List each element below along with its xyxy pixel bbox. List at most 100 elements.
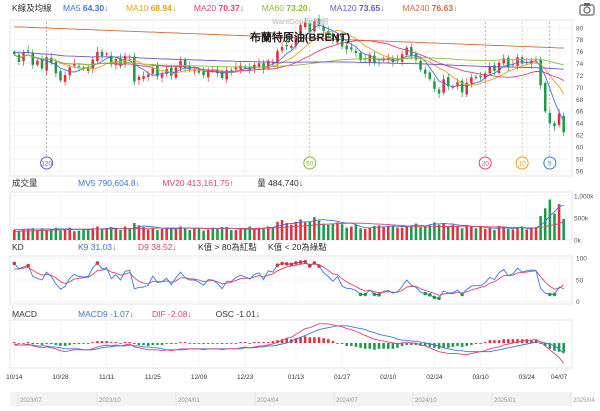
x-tick-label: 10/28 [52,374,69,381]
volume-bar [63,230,67,240]
volume-bar [91,228,95,240]
osc-bar [465,343,469,346]
volume-bar [326,224,330,240]
volume-bar [220,227,224,240]
legend-item-name: MA60 [262,3,287,13]
volume-bar [206,229,210,240]
osc-bar [230,343,233,344]
candle-body [49,57,53,63]
volume-bar [423,226,427,240]
volume-bar [308,221,312,240]
osc-bar [133,343,136,344]
volume-bar [447,226,450,240]
volume-bar [183,228,187,240]
kd-oversold-dot [460,292,464,297]
candle-body [59,71,62,81]
osc-bar [313,337,316,344]
x-tick-label: 12/09 [191,374,208,381]
legend-item: MA10 68.94↓ [126,3,176,13]
osc-bar [63,343,67,346]
volume-bar [511,229,515,240]
era-label: 2025/01 [494,398,516,404]
osc-bar [183,342,187,344]
legend-item-value: 73.20 [286,3,308,13]
x-tick-label: 02/10 [380,374,397,381]
legend-item-value: 70.37 [218,3,240,13]
kd-overbought-dot [303,259,307,264]
candle-body [493,65,496,71]
osc-bar [266,342,270,344]
price-tick-label: 66 [576,109,584,116]
legend-item: MA240 76.63↓ [403,3,458,13]
camera-icon[interactable] [579,3,595,16]
osc-bar [156,343,159,345]
candle-body [543,83,547,112]
candle-body [170,67,173,76]
osc-bar [142,343,145,345]
price-tick-label: 60 [576,144,584,151]
osc-bar [271,341,275,344]
volume-bar [317,220,321,240]
volume-bar [363,228,367,240]
osc-bar [243,342,247,344]
legend-item-arrow: ↓ [172,3,176,13]
candle-body [557,113,561,125]
osc-bar [225,343,228,344]
candle-body [36,60,39,65]
volume-bar [77,230,81,240]
price-tick-label: 76 [576,49,584,56]
candle-body [26,50,30,52]
volume-bar [396,227,399,240]
kd-overbought-dot [95,261,100,265]
osc-bar [308,337,312,344]
volume-bar [451,224,455,240]
legend-item: MV5 790,604.8↓ [78,178,140,188]
legend-item: MA120 73.65↓ [330,3,385,13]
volume-bar [465,225,469,240]
volume-bar [433,222,436,240]
volume-bar [557,204,561,240]
price-tick-label: 80 [576,25,584,32]
volume-bar [285,222,288,240]
volume-bar [142,227,145,240]
volume-bar [502,227,505,240]
volume-bar [262,227,265,240]
kd-oversold-dot [363,292,367,297]
volume-bar [100,229,104,240]
osc-bar [373,343,376,350]
x-tick-label: 10/14 [6,374,23,381]
legend-item-arrow: ↓ [104,3,108,13]
volume-bar [525,229,529,240]
panel-label: K線及均線 [12,3,52,13]
volume-bar [193,228,196,240]
legend-item: DIF -2.08↓ [152,309,192,319]
osc-bar [211,343,215,344]
candle-body [470,77,473,84]
candle-body [179,60,182,69]
panel-label: 成交量 [12,178,38,188]
volume-bar [488,228,492,240]
volume-bar [336,222,339,240]
volume-bar [368,227,372,240]
volume-bar [230,230,233,240]
price-tick-label: 64 [576,121,584,128]
volume-bar [225,227,228,240]
era-label: 2024/10 [415,398,437,404]
volume-tick-label: 0k [574,237,582,244]
candle-body [497,62,501,74]
volume-bar [386,225,390,240]
volume-bar [119,230,122,240]
volume-bar [174,229,178,240]
legend-item: D9 38.52↓ [138,242,177,252]
legend-item: MACD9 -1.07↓ [78,309,134,319]
candle-body [239,65,242,70]
kd-overbought-dot [275,263,280,267]
candle-body [488,66,492,74]
osc-bar [220,343,224,344]
panel-label: KD [12,242,24,252]
legend-item: K值 < 20為綠點 [268,242,327,252]
volume-bar [156,230,159,240]
x-tick-label: 04/07 [551,374,568,381]
osc-bar [91,342,95,344]
era-label: 2025/04 [573,398,595,404]
